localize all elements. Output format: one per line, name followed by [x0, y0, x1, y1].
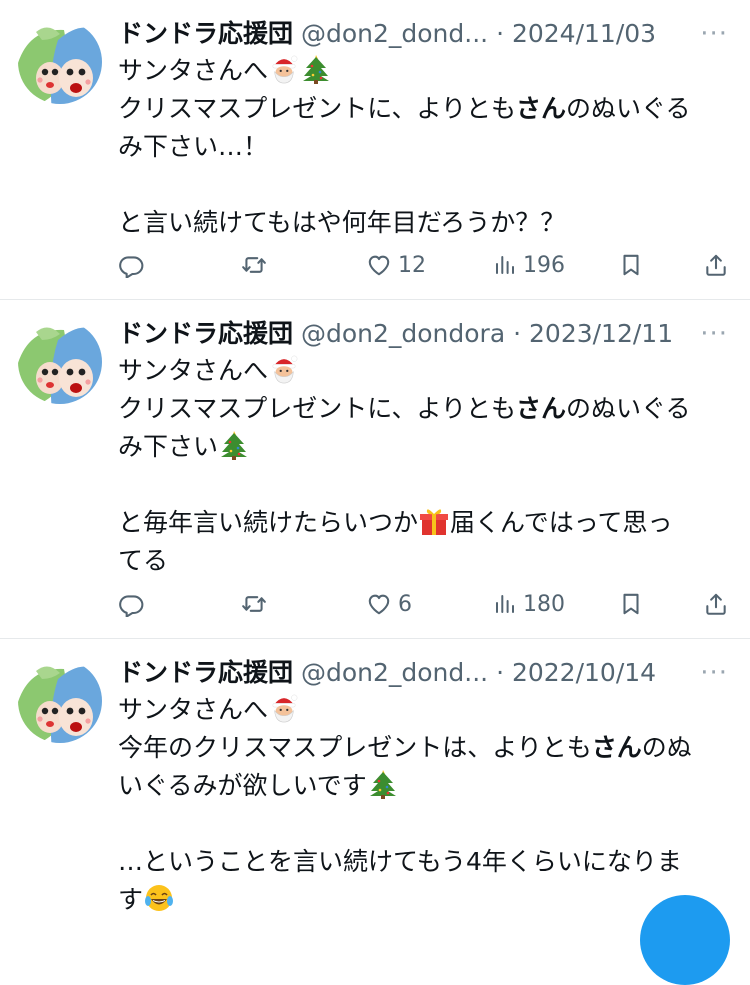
bold-text: さん: [516, 394, 567, 423]
bold-text: さん: [591, 733, 642, 762]
compose-button[interactable]: [640, 895, 730, 985]
like-button[interactable]: 6: [366, 586, 412, 622]
text-line: いぐるみが欲しいです: [118, 771, 367, 800]
more-options-icon[interactable]: ···: [700, 314, 728, 354]
separator-dot: ·: [496, 658, 505, 687]
text-line: サンタさんへ: [118, 56, 269, 85]
share-button[interactable]: [703, 586, 729, 622]
bookmark-icon: [618, 591, 644, 617]
more-options-icon[interactable]: ···: [700, 14, 728, 54]
text-line: と毎年言い続けたらいつか: [118, 508, 419, 537]
text-line: 今年のクリスマスプレゼントは、よりとも: [118, 733, 592, 762]
separator-dot: ·: [496, 19, 505, 48]
bookmark-icon: [618, 252, 644, 278]
text-line: 届くんではって思っ: [450, 508, 673, 537]
tweet[interactable]: ドンドラ応援団 @don2_dond... · 2022/10/14 ··· サ…: [0, 639, 750, 929]
text-line: …ということを言い続けてもう4年くらいになりま: [118, 847, 682, 876]
tweet-header: ドンドラ応援団 @don2_dond... · 2024/11/03: [118, 14, 678, 54]
tweet[interactable]: ドンドラ応援団 @don2_dondora · 2023/12/11 ··· サ…: [0, 300, 750, 639]
like-count: 12: [398, 252, 426, 278]
tweet-header: ドンドラ応援団 @don2_dondora · 2023/12/11: [118, 314, 678, 354]
retweet-button[interactable]: [241, 586, 273, 622]
bold-text: さん: [516, 94, 567, 123]
heart-icon: [366, 591, 392, 617]
separator-dot: ·: [513, 319, 522, 348]
author-handle[interactable]: @don2_dond...: [301, 19, 488, 48]
reply-icon: [118, 591, 144, 617]
avatar[interactable]: [18, 320, 102, 404]
tears-of-joy-emoji: [144, 883, 174, 913]
tweet-date[interactable]: 2023/12/11: [529, 319, 673, 348]
tweet-text: サンタさんへ クリスマスプレゼントに、よりともさんのぬいぐる み下さい…！ と言…: [118, 52, 728, 242]
like-count: 6: [398, 591, 412, 617]
retweet-icon: [241, 252, 267, 278]
views-chart-icon: [493, 253, 517, 277]
text-line: のぬいぐる: [566, 394, 691, 423]
author-handle[interactable]: @don2_dond...: [301, 658, 488, 687]
gift-emoji: [419, 506, 449, 536]
text-line: す: [118, 885, 144, 914]
retweet-icon: [241, 591, 267, 617]
tweet-date[interactable]: 2022/10/14: [512, 658, 656, 687]
like-button[interactable]: 12: [366, 247, 426, 283]
text-line: サンタさんへ: [118, 695, 269, 724]
views-button[interactable]: 180: [493, 586, 565, 622]
more-options-icon[interactable]: ···: [700, 653, 728, 693]
christmas-tree-emoji: [219, 430, 249, 460]
author-name[interactable]: ドンドラ応援団: [118, 19, 293, 48]
share-button[interactable]: [703, 247, 729, 283]
reply-button[interactable]: [118, 586, 150, 622]
text-line: てる: [118, 546, 169, 575]
view-count: 180: [523, 591, 565, 617]
text-line: み下さい: [118, 432, 219, 461]
text-line: のぬ: [641, 733, 692, 762]
avatar[interactable]: [18, 659, 102, 743]
tweet[interactable]: ドンドラ応援団 @don2_dond... · 2024/11/03 ··· サ…: [0, 0, 750, 300]
author-handle[interactable]: @don2_dondora: [301, 319, 505, 348]
avatar[interactable]: [18, 20, 102, 104]
tweet-header: ドンドラ応援団 @don2_dond... · 2022/10/14: [118, 653, 678, 693]
share-icon: [703, 252, 729, 278]
action-bar: 6 180: [118, 586, 730, 622]
bookmark-button[interactable]: [618, 247, 644, 283]
text-line: サンタさんへ: [118, 356, 269, 385]
text-line: クリスマスプレゼントに、よりとも: [118, 394, 517, 423]
share-icon: [703, 591, 729, 617]
author-name[interactable]: ドンドラ応援団: [118, 658, 293, 687]
text-line: クリスマスプレゼントに、よりとも: [118, 94, 517, 123]
christmas-tree-emoji: [301, 54, 331, 84]
text-line: み下さい…！: [118, 132, 269, 161]
tweet-date[interactable]: 2024/11/03: [512, 19, 656, 48]
heart-icon: [366, 252, 392, 278]
tweet-text: サンタさんへ 今年のクリスマスプレゼントは、よりともさんのぬ いぐるみが欲しいで…: [118, 691, 728, 919]
author-name[interactable]: ドンドラ応援団: [118, 319, 293, 348]
views-button[interactable]: 196: [493, 247, 565, 283]
santa-emoji: [269, 693, 299, 723]
text-line: と言い続けてもはや何年目だろうか？？: [118, 208, 566, 237]
reply-button[interactable]: [118, 247, 150, 283]
santa-emoji: [269, 354, 299, 384]
view-count: 196: [523, 252, 565, 278]
text-line: のぬいぐる: [566, 94, 691, 123]
bookmark-button[interactable]: [618, 586, 644, 622]
reply-icon: [118, 252, 144, 278]
retweet-button[interactable]: [241, 247, 273, 283]
tweet-text: サンタさんへ クリスマスプレゼントに、よりともさんのぬいぐる み下さい と毎年言…: [118, 352, 728, 580]
action-bar: 12 196: [118, 247, 730, 283]
views-chart-icon: [493, 592, 517, 616]
christmas-tree-emoji: [368, 769, 398, 799]
santa-emoji: [269, 54, 299, 84]
